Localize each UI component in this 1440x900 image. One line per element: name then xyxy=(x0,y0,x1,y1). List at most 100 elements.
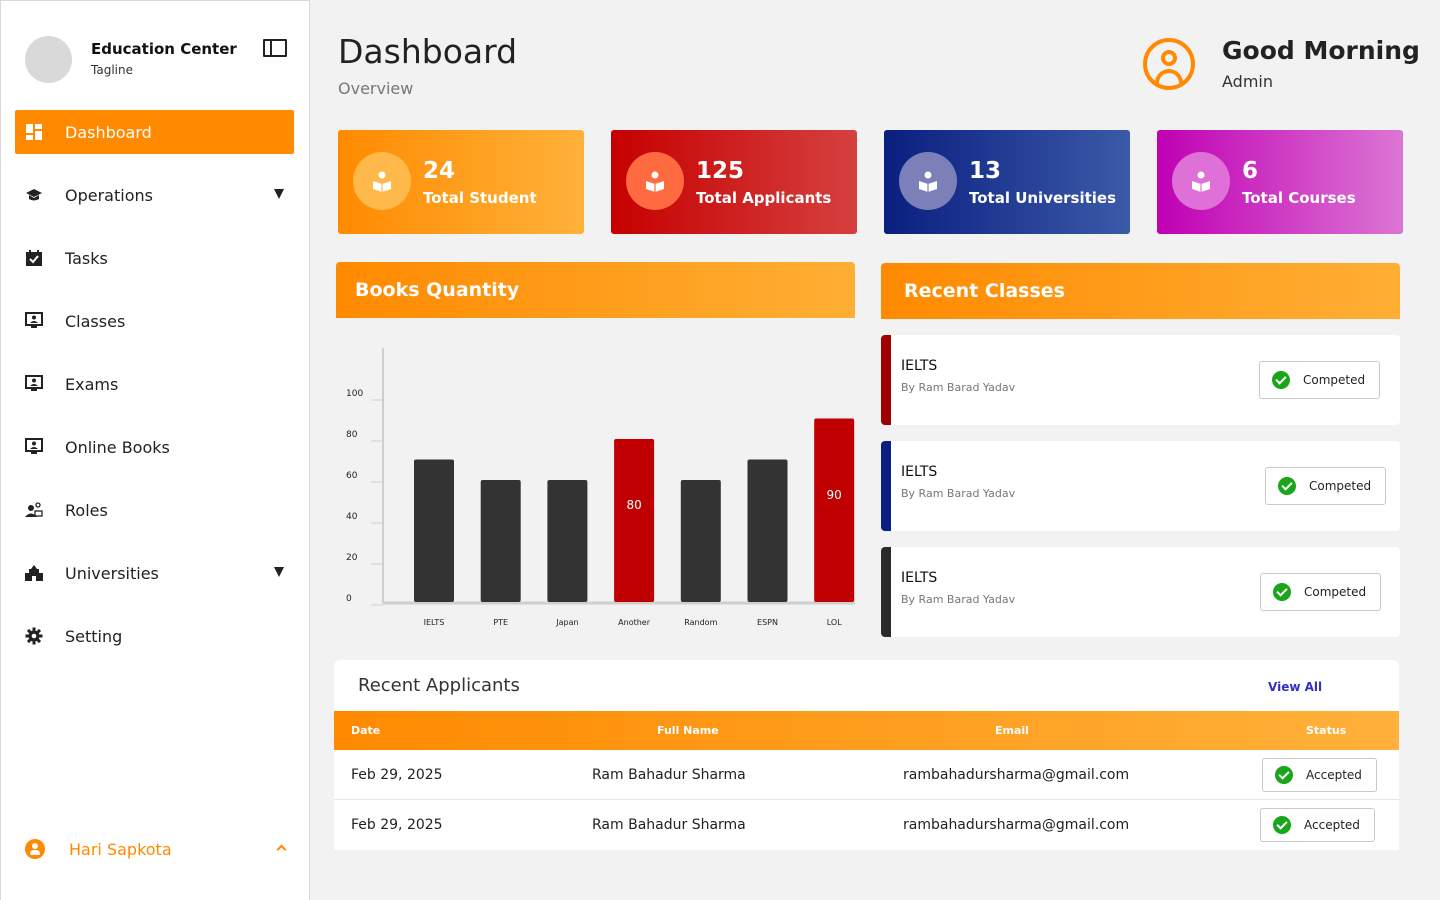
x-tick-label: LOL xyxy=(827,618,842,627)
recent-classes-title: Recent Classes xyxy=(881,263,1400,319)
calendar-check-icon xyxy=(25,249,43,267)
status-label: Accepted xyxy=(1306,768,1362,782)
class-instructor: By Ram Barad Yadav xyxy=(901,381,1016,394)
sidebar-item-label: Exams xyxy=(65,374,119,394)
greeting-role: Admin xyxy=(1222,72,1273,91)
user-icon xyxy=(25,839,45,859)
stat-label: Total Courses xyxy=(1242,189,1356,207)
class-card[interactable]: IELTS By Ram Barad Yadav Competed xyxy=(881,547,1400,637)
gear-icon xyxy=(25,627,43,645)
sidebar-toggle-icon[interactable] xyxy=(263,39,287,57)
cell-name: Ram Bahadur Sharma xyxy=(592,817,746,833)
table-row[interactable]: Feb 29, 2025 Ram Bahadur Sharma rambahad… xyxy=(334,750,1399,800)
brand: Education Center Tagline xyxy=(25,36,287,84)
reader-icon xyxy=(899,152,957,210)
sidebar-item-roles[interactable]: Roles xyxy=(15,488,294,532)
sidebar-item-universities[interactable]: Universities xyxy=(15,551,294,595)
stat-card-applicants[interactable]: 125 Total Applicants xyxy=(611,130,857,234)
column-header-date[interactable]: Date xyxy=(351,724,380,737)
y-tick-label: 40 xyxy=(346,512,358,522)
monitor-user-icon xyxy=(25,312,43,330)
column-header-email[interactable]: Email xyxy=(995,724,1029,737)
sidebar-item-label: Tasks xyxy=(65,248,108,268)
sidebar-item-online-books[interactable]: Online Books xyxy=(15,425,294,469)
class-accent-bar xyxy=(881,335,891,425)
sidebar-item-classes[interactable]: Classes xyxy=(15,299,294,343)
chevron-down-icon[interactable] xyxy=(274,567,284,577)
stat-value: 125 xyxy=(696,158,745,184)
university-icon xyxy=(25,564,43,582)
monitor-user-icon xyxy=(25,375,43,393)
reader-icon xyxy=(1172,152,1230,210)
stat-card-courses[interactable]: 6 Total Courses xyxy=(1157,130,1403,234)
bar-lol xyxy=(814,418,855,602)
user-name: Hari Sapkota xyxy=(69,839,172,859)
stat-label: Total Universities xyxy=(969,189,1117,207)
stat-card-students[interactable]: 24 Total Student xyxy=(338,130,584,234)
sidebar-nav: Dashboard Operations Tasks Classes Exams… xyxy=(15,110,294,677)
check-circle-icon xyxy=(1273,583,1291,601)
x-tick-label: PTE xyxy=(493,618,508,627)
sidebar: Education Center Tagline Dashboard Opera… xyxy=(0,0,310,900)
bar-ielts xyxy=(414,459,454,602)
data-label: 80 xyxy=(626,498,641,512)
class-status-badge[interactable]: Competed xyxy=(1260,573,1382,611)
y-tick-label: 0 xyxy=(346,594,352,604)
user-menu[interactable]: Hari Sapkota xyxy=(25,837,287,861)
view-all-link[interactable]: View All xyxy=(1268,680,1322,694)
table-row[interactable]: Feb 29, 2025 Ram Bahadur Sharma rambahad… xyxy=(334,800,1399,850)
brand-name: Education Center xyxy=(91,40,237,58)
column-header-status[interactable]: Status xyxy=(1306,724,1346,737)
stat-label: Total Student xyxy=(423,189,537,207)
applicant-status-badge[interactable]: Accepted xyxy=(1262,758,1377,792)
class-name: IELTS xyxy=(901,570,938,586)
sidebar-item-exams[interactable]: Exams xyxy=(15,362,294,406)
books-quantity-chart: 0 20 40 60 80 100 IELTS PTE Japan Another 80 Random… xyxy=(336,318,855,640)
sidebar-item-label: Universities xyxy=(65,563,159,583)
check-circle-icon xyxy=(1278,477,1296,495)
check-circle-icon xyxy=(1273,816,1291,834)
chevron-down-icon[interactable] xyxy=(274,189,284,199)
stat-value: 24 xyxy=(423,158,456,184)
sidebar-item-operations[interactable]: Operations xyxy=(15,173,294,217)
cell-email: rambahadursharma@gmail.com xyxy=(903,767,1130,783)
class-instructor: By Ram Barad Yadav xyxy=(901,487,1016,500)
column-header-full-name[interactable]: Full Name xyxy=(657,724,719,737)
page-subtitle: Overview xyxy=(338,79,414,98)
stat-value: 13 xyxy=(969,158,1002,184)
table-header: Date Full Name Email Status xyxy=(334,711,1399,750)
sidebar-item-tasks[interactable]: Tasks xyxy=(15,236,294,280)
cell-date: Feb 29, 2025 xyxy=(351,767,443,783)
class-accent-bar xyxy=(881,441,891,531)
bar-chart: 0 20 40 60 80 100 IELTS PTE Japan Another 80 Random… xyxy=(346,348,855,627)
data-label: 90 xyxy=(827,488,842,502)
user-circle-icon[interactable] xyxy=(1143,38,1195,90)
sidebar-item-label: Roles xyxy=(65,500,108,520)
stat-label: Total Applicants xyxy=(696,189,832,207)
class-card[interactable]: IELTS By Ram Barad Yadav Competed xyxy=(881,441,1400,531)
reader-icon xyxy=(353,152,411,210)
x-tick-label: Japan xyxy=(555,618,578,627)
status-label: Competed xyxy=(1309,479,1372,493)
bar-pte xyxy=(480,480,521,602)
monitor-user-icon xyxy=(25,438,43,456)
cell-name: Ram Bahadur Sharma xyxy=(592,767,746,783)
bar-another xyxy=(614,439,655,602)
chevron-up-icon[interactable] xyxy=(276,844,287,855)
class-status-badge[interactable]: Competed xyxy=(1265,467,1387,505)
class-instructor: By Ram Barad Yadav xyxy=(901,593,1016,606)
sidebar-item-dashboard[interactable]: Dashboard xyxy=(15,110,294,154)
class-status-badge[interactable]: Competed xyxy=(1259,361,1381,399)
status-label: Competed xyxy=(1304,585,1367,599)
y-tick-label: 80 xyxy=(346,430,358,440)
y-tick-label: 20 xyxy=(346,553,358,563)
sidebar-item-setting[interactable]: Setting xyxy=(15,614,294,658)
greeting: Good Morning xyxy=(1222,36,1420,65)
books-quantity-title: Books Quantity xyxy=(336,262,855,318)
stat-card-universities[interactable]: 13 Total Universities xyxy=(884,130,1130,234)
bar-random xyxy=(680,480,721,602)
x-tick-label: ESPN xyxy=(757,618,778,627)
applicant-status-badge[interactable]: Accepted xyxy=(1260,808,1375,842)
class-card[interactable]: IELTS By Ram Barad Yadav Competed xyxy=(881,335,1400,425)
recent-applicants-table: Recent Applicants View All Date Full Nam… xyxy=(334,660,1399,850)
